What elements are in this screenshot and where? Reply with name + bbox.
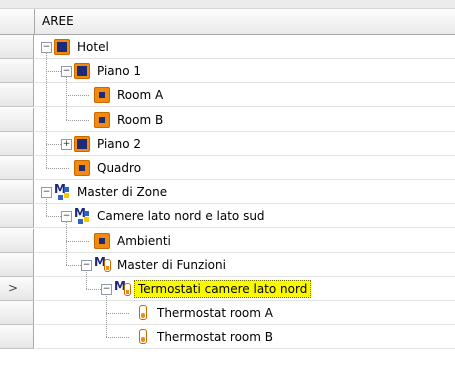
tree-node-piano-2[interactable]: Piano 2 xyxy=(74,132,144,156)
row-selector[interactable]: > xyxy=(0,277,34,301)
tree-node-label: Room B xyxy=(117,112,164,127)
column-header-title: AREE xyxy=(42,14,74,28)
thermostat-icon xyxy=(134,329,150,345)
tree-connector xyxy=(46,197,47,217)
tree-node-thermostat-room-b[interactable]: Thermostat room B xyxy=(134,325,276,349)
tree-node-master-di-zone[interactable]: M Master di Zone xyxy=(54,180,170,204)
tree-connector xyxy=(66,264,81,266)
column-header: AREE xyxy=(0,9,455,35)
tree-node-label: Camere lato nord e lato sud xyxy=(97,209,265,224)
row-selector[interactable] xyxy=(0,301,34,326)
building-icon xyxy=(54,39,70,55)
tree-connector xyxy=(86,289,101,290)
tree-connector xyxy=(66,240,89,242)
tree-node-label: Piano 2 xyxy=(97,136,142,151)
thermostat-icon xyxy=(134,305,150,321)
row-selector[interactable] xyxy=(0,107,34,132)
tree-connector xyxy=(106,337,129,339)
tree-node-thermostat-room-a[interactable]: Thermostat room A xyxy=(134,301,276,325)
row-selector[interactable] xyxy=(0,35,34,59)
room-icon xyxy=(74,160,90,176)
tree-connector xyxy=(106,294,107,338)
tree-node-label: Piano 1 xyxy=(97,64,142,79)
tree-connector xyxy=(66,119,89,121)
row-selector[interactable] xyxy=(0,204,34,229)
tree-node-termostati-camere-lato-nord[interactable]: M Termostati camere lato nord xyxy=(114,277,312,301)
tree-node-master-di-funzioni[interactable]: M Master di Funzioni xyxy=(94,253,229,277)
tree-connector xyxy=(86,269,87,289)
master-zone-icon: M xyxy=(54,183,70,201)
room-icon xyxy=(94,232,110,249)
tree-node-label: Thermostat room A xyxy=(157,306,273,321)
row-selector[interactable] xyxy=(0,156,34,180)
top-strip xyxy=(0,0,455,9)
tree-node-label: Ambienti xyxy=(117,233,171,248)
row-selector[interactable] xyxy=(0,252,34,277)
selected-node-label: Termostati camere lato nord xyxy=(134,280,312,298)
building-icon xyxy=(74,135,90,152)
tree-node-ambienti[interactable]: Ambienti xyxy=(94,229,174,253)
master-function-icon: M xyxy=(94,256,111,273)
row-selector[interactable] xyxy=(0,83,34,108)
tree-connector xyxy=(106,313,129,315)
tree-node-hotel[interactable]: Hotel xyxy=(54,35,112,59)
tree-node-label: Thermostat room B xyxy=(157,330,273,345)
tree-node-label: Room A xyxy=(117,88,164,103)
tree-connector xyxy=(66,221,67,265)
tree-connector xyxy=(46,143,61,145)
row-selector[interactable] xyxy=(0,59,34,84)
tree-connector xyxy=(46,71,61,73)
master-zone-icon: M xyxy=(74,207,90,225)
tree-connector xyxy=(46,52,47,168)
tree-node-piano-1[interactable]: Piano 1 xyxy=(74,59,144,83)
tree-connector xyxy=(46,216,61,218)
tree-node-quadro[interactable]: Quadro xyxy=(74,156,144,180)
header-row-selector[interactable] xyxy=(0,9,35,34)
row-selector[interactable] xyxy=(0,180,34,205)
expand-button[interactable]: + xyxy=(61,138,72,150)
tree-node-label: Quadro xyxy=(97,161,142,175)
current-row-indicator: > xyxy=(8,281,19,295)
master-function-icon: M xyxy=(114,280,131,297)
row-selector[interactable] xyxy=(0,131,34,156)
tree-node-room-a[interactable]: Room A xyxy=(94,83,166,107)
row-selector[interactable] xyxy=(0,325,34,350)
tree-connector xyxy=(66,95,89,97)
row-selector[interactable] xyxy=(0,228,34,253)
tree-node-label: Master di Funzioni xyxy=(117,257,226,272)
tree-node-label: Master di Zone xyxy=(77,185,168,200)
tree-node-camere-lato-nord-e-lato-sud[interactable]: M Camere lato nord e lato sud xyxy=(74,204,268,228)
tree-node-label: Hotel xyxy=(77,40,109,54)
tree-connector xyxy=(46,168,69,169)
tree-node-room-b[interactable]: Room B xyxy=(94,108,166,132)
building-icon xyxy=(74,63,90,80)
room-icon xyxy=(94,87,110,104)
room-icon xyxy=(94,111,110,128)
tree-connector xyxy=(66,76,67,120)
area-tree-grid: AREE − Hotel − Piano 1 Room A Room B + Piano 2Q… xyxy=(0,0,455,384)
